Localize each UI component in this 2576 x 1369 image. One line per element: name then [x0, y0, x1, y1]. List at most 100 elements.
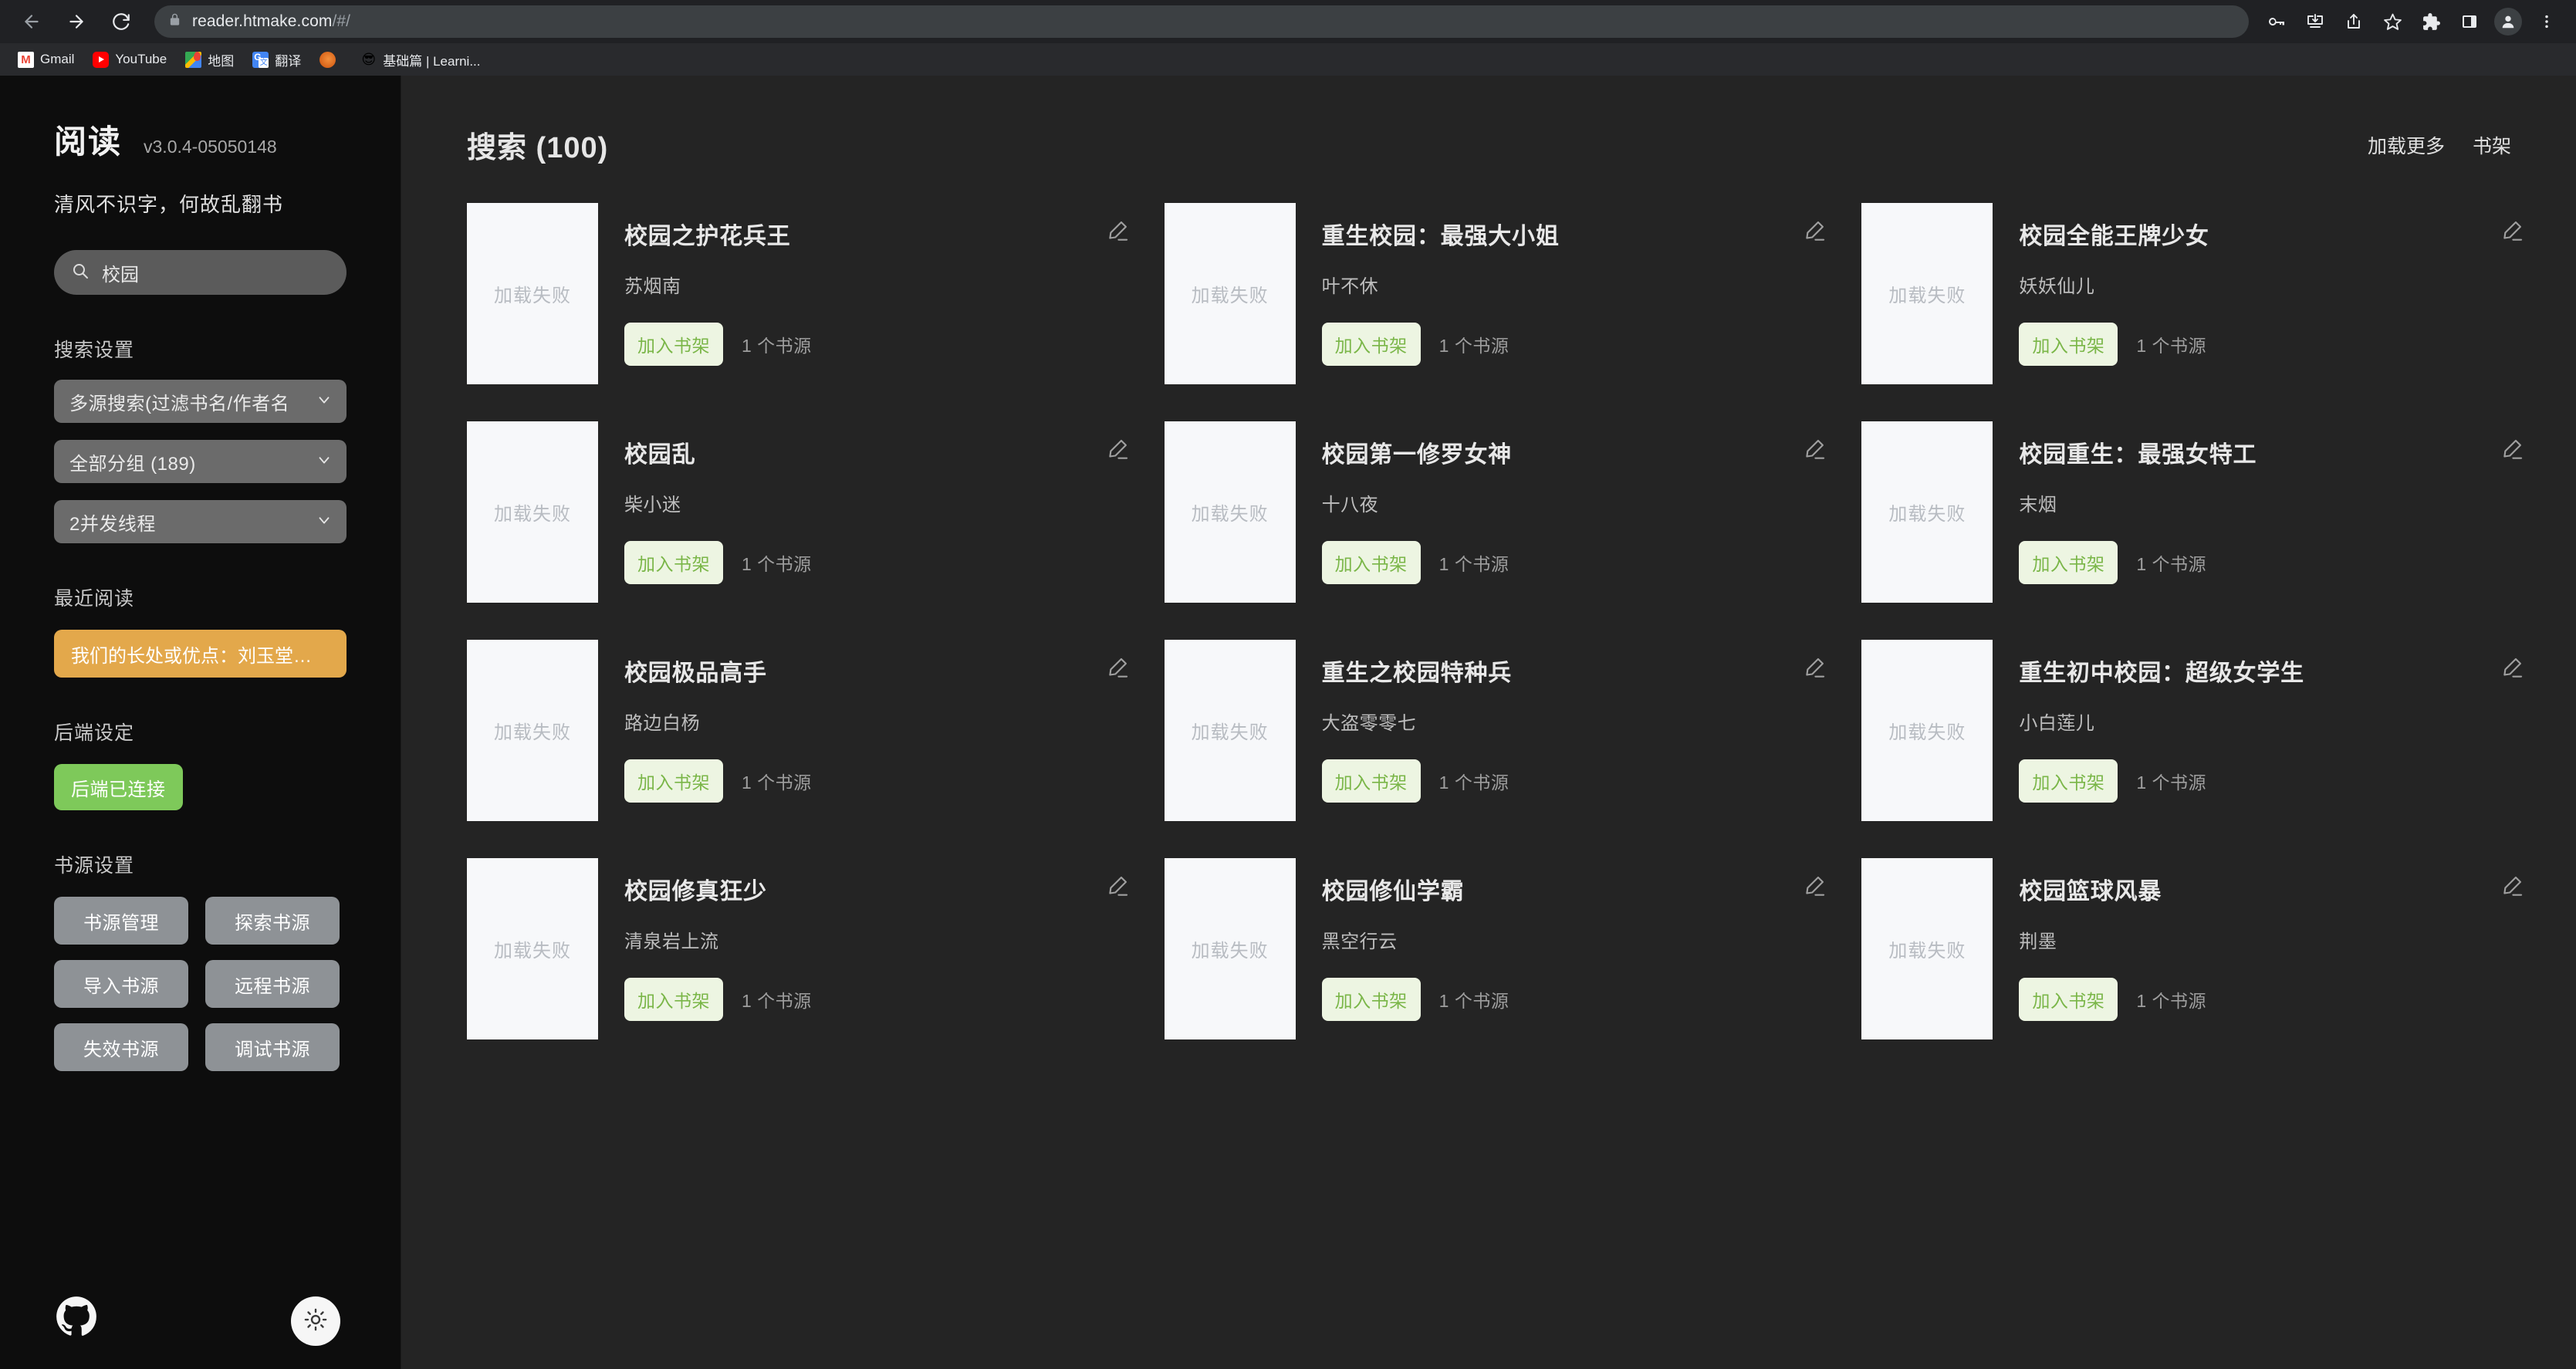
edit-pencil-icon[interactable] [2499, 435, 2530, 467]
github-icon[interactable] [56, 1296, 97, 1341]
edit-pencil-icon[interactable] [1801, 654, 1832, 685]
bookmark-avatar[interactable] [313, 48, 349, 72]
reload-button[interactable] [100, 1, 142, 42]
forward-button[interactable] [56, 1, 97, 42]
edit-pencil-icon[interactable] [1801, 217, 1832, 248]
add-to-shelf-button[interactable]: 加入书架 [2019, 323, 2118, 366]
add-to-shelf-button[interactable]: 加入书架 [1322, 541, 1421, 584]
book-source-invalid-button[interactable]: 失效书源 [54, 1023, 188, 1071]
book-source-debug-button[interactable]: 调试书源 [205, 1023, 340, 1071]
book-cover: 加载失败 [1861, 421, 1993, 603]
book-source-import-button[interactable]: 导入书源 [54, 960, 188, 1008]
add-to-shelf-button[interactable]: 加入书架 [624, 323, 723, 366]
add-to-shelf-button[interactable]: 加入书架 [624, 978, 723, 1021]
bookmark-gmail[interactable]: M Gmail [11, 48, 81, 72]
add-to-shelf-button[interactable]: 加入书架 [624, 759, 723, 803]
avatar-favicon [319, 52, 336, 68]
share-icon[interactable] [2335, 3, 2372, 40]
side-panel-icon[interactable] [2451, 3, 2488, 40]
search-input[interactable]: 校园 [54, 250, 347, 295]
page-title: 搜索 (100) [467, 123, 608, 166]
edit-pencil-icon[interactable] [2499, 217, 2530, 248]
book-body: 重生校园：最强大小姐 叶不休 加入书架 1 个书源 [1322, 203, 1833, 384]
book-author: 黑空行云 [1322, 926, 1833, 953]
add-to-shelf-label: 加入书架 [1335, 336, 1408, 356]
book-body: 校园重生：最强女特工 末烟 加入书架 1 个书源 [2019, 421, 2530, 603]
bookmark-translate[interactable]: 翻译 [245, 46, 308, 73]
book-body: 重生之校园特种兵 大盗零零七 加入书架 1 个书源 [1322, 640, 1833, 821]
add-to-shelf-button[interactable]: 加入书架 [624, 541, 723, 584]
google-translate-favicon [252, 52, 269, 68]
book-source-manage-button[interactable]: 书源管理 [54, 897, 188, 945]
recent-reading-item[interactable]: 我们的长处或优点：刘玉堂… [54, 630, 347, 678]
book-author: 大盗零零七 [1322, 708, 1833, 735]
profile-icon[interactable] [2490, 3, 2527, 40]
add-to-shelf-button[interactable]: 加入书架 [1322, 323, 1421, 366]
add-to-shelf-button[interactable]: 加入书架 [1322, 759, 1421, 803]
book-card[interactable]: 加载失败 重生校园：最强大小姐 叶不休 加入书架 1 个书源 [1165, 203, 1833, 384]
book-card[interactable]: 加载失败 重生之校园特种兵 大盗零零七 加入书架 1 个书源 [1165, 640, 1833, 821]
book-card[interactable]: 加载失败 校园第一修罗女神 十八夜 加入书架 1 个书源 [1165, 421, 1833, 603]
load-more-link[interactable]: 加载更多 [2368, 131, 2445, 159]
edit-pencil-icon[interactable] [1104, 435, 1135, 467]
book-card[interactable]: 加载失败 校园乱 柴小迷 加入书架 1 个书源 [467, 421, 1135, 603]
bookmark-learning[interactable]: 😎 基础篇 | Learni... [353, 46, 487, 73]
add-to-shelf-button[interactable]: 加入书架 [1322, 978, 1421, 1021]
search-mode-select[interactable]: 多源搜索(过滤书名/作者名 [54, 380, 347, 423]
source-count: 1 个书源 [2136, 986, 2206, 1012]
book-author: 柴小迷 [624, 489, 1135, 516]
bookshelf-link[interactable]: 书架 [2473, 131, 2511, 159]
concurrency-select[interactable]: 2并发线程 [54, 500, 347, 543]
add-to-shelf-button[interactable]: 加入书架 [2019, 541, 2118, 584]
book-title: 校园修仙学霸 [1322, 872, 1465, 906]
book-card[interactable]: 加载失败 校园修仙学霸 黑空行云 加入书架 1 个书源 [1165, 858, 1833, 1039]
install-icon[interactable] [2297, 3, 2334, 40]
book-title-row: 重生初中校园：超级女学生 [2019, 654, 2530, 688]
edit-pencil-icon[interactable] [1801, 872, 1832, 904]
book-card[interactable]: 加载失败 校园之护花兵王 苏烟南 加入书架 1 个书源 [467, 203, 1135, 384]
book-card[interactable]: 加载失败 校园重生：最强女特工 末烟 加入书架 1 个书源 [1861, 421, 2530, 603]
theme-toggle-button[interactable] [291, 1296, 340, 1346]
book-card[interactable]: 加载失败 校园修真狂少 清泉岩上流 加入书架 1 个书源 [467, 858, 1135, 1039]
edit-pencil-icon[interactable] [2499, 872, 2530, 904]
book-body: 校园极品高手 路边白杨 加入书架 1 个书源 [624, 640, 1135, 821]
book-card[interactable]: 加载失败 校园极品高手 路边白杨 加入书架 1 个书源 [467, 640, 1135, 821]
extensions-puzzle-icon[interactable] [2412, 3, 2449, 40]
bookmark-star-icon[interactable] [2374, 3, 2411, 40]
key-icon[interactable] [2258, 3, 2295, 40]
source-count: 1 个书源 [742, 331, 812, 357]
book-title-row: 校园修仙学霸 [1322, 872, 1833, 906]
chrome-menu-icon[interactable] [2528, 3, 2565, 40]
book-actions: 加入书架 1 个书源 [1322, 323, 1833, 366]
group-value: 全部分组 (189) [69, 448, 196, 475]
edit-pencil-icon[interactable] [1104, 654, 1135, 685]
group-select[interactable]: 全部分组 (189) [54, 440, 347, 483]
edit-pencil-icon[interactable] [1801, 435, 1832, 467]
book-card[interactable]: 加载失败 重生初中校园：超级女学生 小白莲儿 加入书架 1 个书源 [1861, 640, 2530, 821]
edit-pencil-icon[interactable] [1104, 217, 1135, 248]
emoji-favicon: 😎 [360, 52, 377, 68]
back-button[interactable] [11, 1, 52, 42]
book-card[interactable]: 加载失败 校园篮球风暴 荆墨 加入书架 1 个书源 [1861, 858, 2530, 1039]
add-to-shelf-label: 加入书架 [2032, 772, 2104, 793]
backend-status-label: 后端已连接 [71, 774, 166, 801]
book-cover: 加载失败 [467, 421, 598, 603]
url-text: reader.htmake.com/#/ [192, 12, 350, 31]
book-card[interactable]: 加载失败 校园全能王牌少女 妖妖仙儿 加入书架 1 个书源 [1861, 203, 2530, 384]
edit-pencil-icon[interactable] [1104, 872, 1135, 904]
add-to-shelf-label: 加入书架 [1335, 772, 1408, 793]
book-source-explore-button[interactable]: 探索书源 [205, 897, 340, 945]
edit-pencil-icon[interactable] [2499, 654, 2530, 685]
bookmark-youtube[interactable]: YouTube [86, 48, 174, 72]
address-bar[interactable]: reader.htmake.com/#/ [154, 5, 2249, 38]
book-title: 校园篮球风暴 [2019, 872, 2162, 906]
bookmark-maps[interactable]: 地图 [178, 46, 241, 73]
button-label: 调试书源 [235, 1034, 310, 1061]
backend-status-button[interactable]: 后端已连接 [54, 764, 183, 810]
book-title: 校园重生：最强女特工 [2019, 435, 2257, 469]
book-cover: 加载失败 [467, 203, 598, 384]
book-source-remote-button[interactable]: 远程书源 [205, 960, 340, 1008]
concurrency-value: 2并发线程 [69, 509, 156, 536]
add-to-shelf-button[interactable]: 加入书架 [2019, 978, 2118, 1021]
add-to-shelf-button[interactable]: 加入书架 [2019, 759, 2118, 803]
